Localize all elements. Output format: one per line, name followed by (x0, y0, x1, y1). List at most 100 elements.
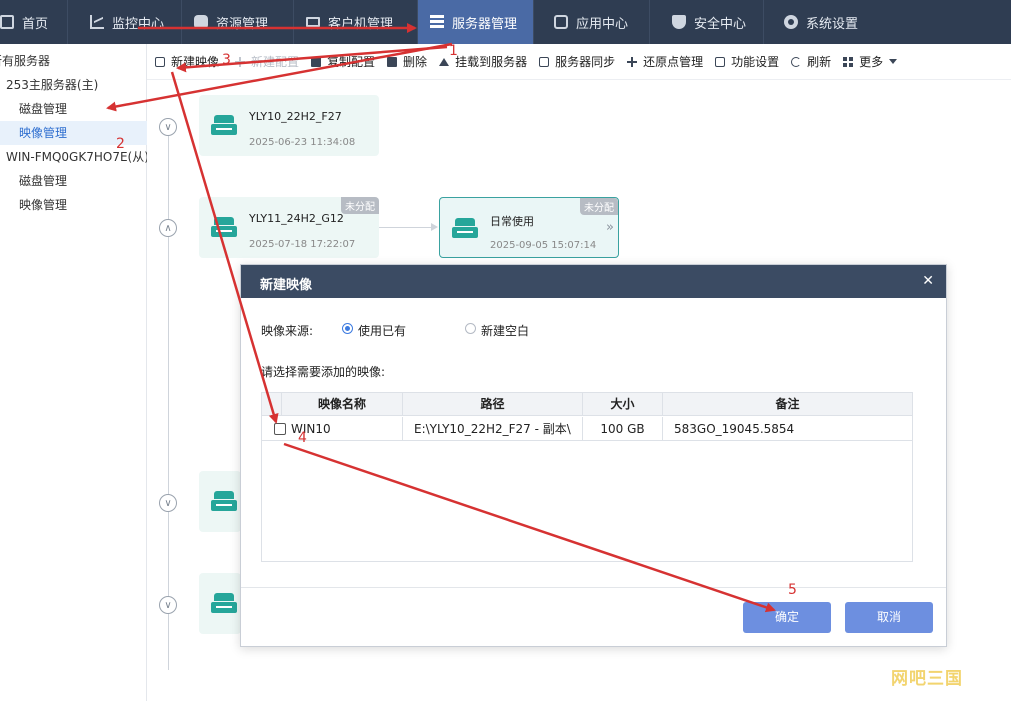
nav-label: 系统设置 (806, 16, 859, 32)
sidebar-item-label: 253主服务器(主) (6, 78, 99, 92)
arrow-right-icon (431, 223, 438, 231)
nav-label: 安全中心 (694, 16, 747, 32)
nav-label: 资源管理 (216, 16, 269, 32)
sidebar-item-label: WIN-FMQ0GK7HO7E(从) (6, 150, 147, 164)
new-image-button[interactable]: 新建映像 (155, 53, 219, 70)
nav-settings[interactable]: 系统设置 (764, 0, 884, 44)
nav-label: 客户机管理 (328, 16, 394, 32)
column-header: 大小 (583, 393, 663, 416)
image-node-card[interactable]: 未分配 日常使用 2025-09-05 15:07:14 » (439, 197, 619, 258)
sidebar-item-label: 磁盘管理 (19, 102, 68, 116)
select-prompt: 请选择需要添加的映像: (261, 365, 386, 379)
watermark: 网吧三国 (891, 669, 963, 689)
sync-label: 服务器同步 (555, 55, 616, 69)
mount-label: 挂载到服务器 (455, 55, 528, 69)
nav-monitor[interactable]: 监控中心 (68, 0, 182, 44)
sidebar-item-slave-server[interactable]: WIN-FMQ0GK7HO7E(从) (0, 145, 147, 169)
restore-label: 还原点管理 (643, 55, 704, 69)
nav-resource[interactable]: 资源管理 (182, 0, 294, 44)
more-label: 更多 (859, 55, 884, 69)
radio-use-existing-label[interactable]: 使用已有 (358, 322, 406, 339)
sidebar-item-label: 映像管理 (19, 198, 68, 212)
new-image-icon (155, 56, 165, 67)
annotation-number: 4 (298, 430, 307, 446)
nav-apps[interactable]: 应用中心 (534, 0, 650, 44)
sidebar-item-all-servers[interactable]: 所有服务器 (0, 49, 137, 73)
tree-connector (379, 227, 431, 228)
image-node-card[interactable]: YLY10_22H2_F27 2025-06-23 11:34:08 (199, 95, 379, 156)
column-header: 路径 (403, 393, 583, 416)
node-name: 日常使用 (490, 215, 534, 228)
image-node-card[interactable]: 未分配 YLY11_24H2_G12 2025-07-18 17:22:07 (199, 197, 379, 258)
trash-icon (387, 56, 398, 67)
cancel-button[interactable]: 取消 (845, 602, 933, 633)
sidebar-item-disk-mgmt-1[interactable]: 磁盘管理 (0, 97, 147, 121)
copy-config-label: 复制配置 (327, 55, 376, 69)
new-config-button[interactable]: 新建配置 (235, 53, 299, 70)
plus-icon (627, 56, 638, 67)
double-chevron-right-icon[interactable]: » (606, 220, 614, 235)
home-icon (0, 15, 14, 29)
sidebar-item-label: 所有服务器 (0, 54, 51, 68)
nav-clients[interactable]: 客户机管理 (294, 0, 418, 44)
feature-button[interactable]: 功能设置 (715, 53, 779, 70)
node-name: YLY11_24H2_G12 (249, 212, 344, 225)
node-time: 2025-06-23 11:34:08 (249, 137, 356, 148)
delete-label: 删除 (403, 55, 428, 69)
restore-button[interactable]: 还原点管理 (627, 53, 703, 70)
table-header: 映像名称 路径 大小 备注 (262, 393, 912, 416)
chevron-down-icon: ∨ (164, 121, 172, 133)
feature-label: 功能设置 (731, 55, 780, 69)
collapse-toggle[interactable]: ∨ (159, 118, 177, 136)
close-icon[interactable]: ✕ (922, 274, 934, 288)
new-config-label: 新建配置 (251, 55, 300, 69)
new-image-label: 新建映像 (171, 55, 220, 69)
more-button[interactable]: 更多 (843, 53, 898, 70)
disk-icon (211, 217, 237, 237)
annotation-number: 1 (449, 43, 458, 59)
column-header: 备注 (775, 397, 800, 411)
refresh-button[interactable]: 刷新 (791, 53, 831, 70)
sidebar-item-disk-mgmt-2[interactable]: 磁盘管理 (0, 169, 147, 193)
settings-icon (715, 56, 726, 67)
cell-path: E:\YLY10_22H2_F27 - 副本\ (403, 417, 583, 441)
chart-icon (90, 15, 104, 29)
status-badge: 未分配 (341, 197, 379, 214)
collapse-toggle[interactable]: ∨ (159, 494, 177, 512)
node-time: 2025-09-05 15:07:14 (490, 240, 597, 251)
nav-label: 监控中心 (112, 16, 165, 32)
sidebar-item-label: 映像管理 (19, 126, 68, 140)
monitor-icon (306, 17, 320, 27)
image-node-card[interactable] (199, 573, 241, 634)
confirm-button[interactable]: 确定 (743, 602, 831, 633)
delete-button[interactable]: 删除 (387, 53, 427, 70)
nav-security[interactable]: 安全中心 (650, 0, 764, 44)
dialog-title: 新建映像 (260, 278, 313, 293)
tree-trunk-line (168, 125, 169, 670)
gear-icon (784, 15, 798, 29)
sidebar-item-image-mgmt-1[interactable]: 映像管理 (0, 121, 147, 145)
disk-icon (211, 491, 237, 511)
toolbar: 新建映像 新建配置 复制配置 删除 挂载到服务器 服务器同步 还原点管理 功能设… (147, 44, 1011, 80)
sidebar-item-image-mgmt-2[interactable]: 映像管理 (0, 193, 147, 217)
table-row[interactable]: WIN10 E:\YLY10_22H2_F27 - 副本\ 100 GB 583… (262, 417, 912, 441)
collapse-toggle[interactable]: ∧ (159, 219, 177, 237)
sync-icon (539, 56, 550, 67)
image-node-card[interactable] (199, 471, 241, 532)
disk-icon (452, 218, 478, 238)
sync-button[interactable]: 服务器同步 (539, 53, 615, 70)
nav-home[interactable]: 首页 (0, 0, 68, 44)
collapse-toggle[interactable]: ∨ (159, 596, 177, 614)
header-checkbox-cell (262, 393, 282, 416)
cell-size: 100 GB (583, 417, 663, 441)
grid-icon (843, 56, 854, 67)
radio-new-blank[interactable] (465, 323, 476, 334)
column-header: 映像名称 (282, 393, 403, 416)
nav-servers[interactable]: 服务器管理 (418, 0, 534, 44)
radio-new-blank-label[interactable]: 新建空白 (481, 322, 529, 339)
chevron-down-icon: ∨ (164, 497, 172, 509)
radio-use-existing[interactable] (342, 323, 353, 334)
copy-config-button[interactable]: 复制配置 (311, 53, 375, 70)
sidebar-item-main-server[interactable]: 253主服务器(主) (0, 73, 147, 97)
annotation-number: 2 (116, 136, 125, 152)
